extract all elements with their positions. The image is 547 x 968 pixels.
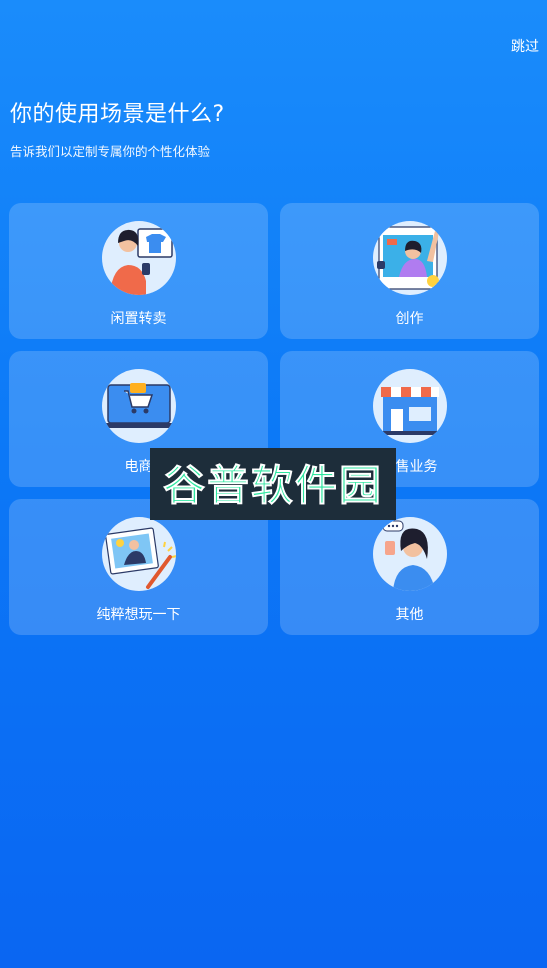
scenario-card-create[interactable]: 创作 — [280, 203, 539, 339]
page-title: 你的使用场景是什么? — [10, 102, 225, 127]
scenario-label: 闲置转卖 — [110, 311, 167, 327]
creator-social-post-icon — [372, 221, 447, 295]
watermark-logo: 谷普软件园 — [150, 448, 396, 520]
scenario-label: 纯粹想玩一下 — [96, 607, 181, 623]
person-chatting-icon — [372, 517, 447, 591]
skip-button[interactable]: 跳过 — [511, 36, 539, 56]
storefront-icon — [372, 369, 447, 443]
page-subtitle: 告诉我们以定制专属你的个性化体验 — [10, 144, 211, 159]
svg-text:谷普软件园: 谷普软件园 — [163, 461, 383, 510]
scenario-label: 创作 — [395, 311, 424, 327]
laptop-shopping-cart-icon — [101, 369, 176, 443]
scenario-label: 其他 — [395, 607, 424, 623]
person-selling-clothes-icon — [101, 221, 176, 295]
photo-magic-wand-icon — [101, 517, 176, 591]
scenario-card-resale[interactable]: 闲置转卖 — [9, 203, 268, 339]
